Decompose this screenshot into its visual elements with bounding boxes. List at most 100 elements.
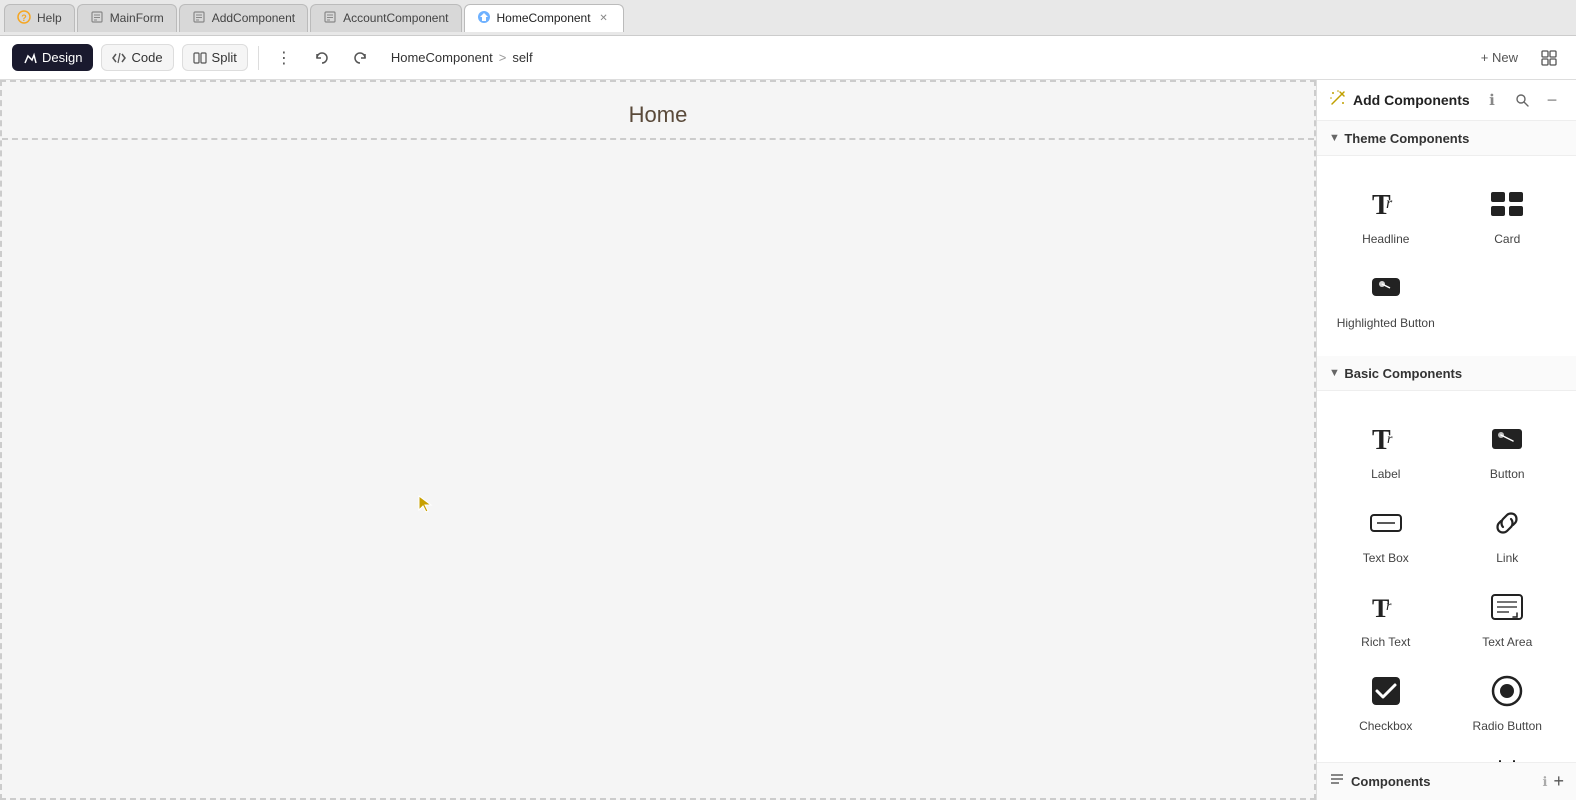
textarea-icon (1485, 585, 1529, 629)
design-icon (23, 51, 37, 65)
code-button[interactable]: Code (101, 44, 173, 71)
split-icon (193, 51, 207, 65)
component-label[interactable]: T r Label (1325, 407, 1447, 491)
close-homecomponent-tab[interactable]: ✕ (597, 11, 611, 25)
radio-icon (1485, 669, 1529, 713)
textbox-label: Text Box (1363, 551, 1409, 565)
tab-homecomponent-label: HomeComponent (497, 11, 591, 25)
svg-text:r: r (1387, 432, 1393, 447)
highlighted-button-icon (1364, 266, 1408, 310)
right-panel: Add Components ℹ − ▼ Theme Components (1316, 80, 1576, 800)
label-label: Label (1371, 467, 1400, 481)
panel-title: Add Components (1353, 92, 1474, 108)
panel-body: ▼ Theme Components T r Headline (1317, 121, 1576, 762)
panel-footer[interactable]: Components ℹ + (1317, 762, 1576, 800)
theme-chevron-icon: ▼ (1329, 132, 1340, 144)
breadcrumb-self: self (512, 50, 532, 65)
tab-accountcomponent[interactable]: AccountComponent (310, 4, 461, 32)
help-icon: ? (17, 10, 31, 27)
design-label: Design (42, 50, 82, 65)
tab-help-label: Help (37, 11, 62, 25)
basic-components-section-header[interactable]: ▼ Basic Components (1317, 356, 1576, 391)
panel-info-button[interactable]: ℹ (1480, 88, 1504, 112)
theme-section-label: Theme Components (1344, 131, 1564, 146)
add-component-footer-button[interactable]: + (1553, 771, 1564, 792)
addcomponent-icon (192, 10, 206, 27)
grid-view-button[interactable] (1534, 43, 1564, 73)
component-textarea[interactable]: Text Area (1447, 575, 1569, 659)
tab-addcomponent[interactable]: AddComponent (179, 4, 308, 32)
toolbar-right: + New (1473, 43, 1564, 73)
cursor-arrow-icon (417, 494, 433, 514)
component-radio[interactable]: Radio Button (1447, 659, 1569, 743)
canvas-title: Home (629, 102, 688, 128)
button-label: Button (1490, 467, 1525, 481)
toolbar-divider-1 (258, 46, 259, 70)
svg-text:r: r (1386, 599, 1392, 614)
breadcrumb-component[interactable]: HomeComponent (391, 50, 493, 65)
redo-button[interactable] (345, 43, 375, 73)
calendar-icon (1485, 753, 1529, 762)
mainform-icon (90, 10, 104, 27)
component-headline[interactable]: T r Headline (1325, 172, 1447, 256)
components-footer-info-icon: ℹ (1543, 774, 1548, 790)
tab-mainform-label: MainForm (110, 11, 164, 25)
component-button[interactable]: Button (1447, 407, 1569, 491)
component-card[interactable]: Card (1447, 172, 1569, 256)
redo-icon (352, 50, 368, 66)
undo-icon (314, 50, 330, 66)
new-label: + New (1481, 50, 1518, 65)
card-label: Card (1494, 232, 1520, 246)
tab-help[interactable]: ? Help (4, 4, 75, 32)
button-icon (1485, 417, 1529, 461)
table-icon (1364, 753, 1408, 762)
tab-homecomponent[interactable]: HomeComponent ✕ (464, 4, 624, 32)
canvas-divider (2, 138, 1314, 140)
component-checkbox[interactable]: Checkbox (1325, 659, 1447, 743)
component-calendar[interactable]: Calendar (1447, 743, 1569, 762)
panel-collapse-button[interactable]: − (1540, 88, 1564, 112)
components-footer-label: Components (1351, 774, 1537, 789)
tab-bar: ? Help MainForm AddComponent (0, 0, 1576, 36)
theme-components-grid: T r Headline (1317, 156, 1576, 356)
basic-section-label: Basic Components (1344, 366, 1564, 381)
toolbar: Design Code Split ⋮ HomeComponent > s (0, 36, 1576, 80)
tab-mainform[interactable]: MainForm (77, 4, 177, 32)
code-icon (112, 51, 126, 65)
new-button[interactable]: + New (1473, 46, 1526, 69)
breadcrumb-separator: > (499, 50, 507, 65)
undo-button[interactable] (307, 43, 337, 73)
tab-accountcomponent-label: AccountComponent (343, 11, 448, 25)
link-icon (1485, 501, 1529, 545)
theme-components-section-header[interactable]: ▼ Theme Components (1317, 121, 1576, 156)
textarea-label: Text Area (1482, 635, 1532, 649)
component-highlighted-button[interactable]: Highlighted Button (1325, 256, 1447, 340)
component-table[interactable]: Table (1325, 743, 1447, 762)
checkbox-icon (1364, 669, 1408, 713)
main-layout: Home Add Components ℹ (0, 80, 1576, 800)
components-footer-icon (1329, 771, 1345, 792)
canvas-area[interactable]: Home (0, 80, 1316, 800)
card-icon (1485, 182, 1529, 226)
headline-label: Headline (1362, 232, 1409, 246)
checkbox-label: Checkbox (1359, 719, 1412, 733)
split-label: Split (212, 50, 237, 65)
design-button[interactable]: Design (12, 44, 93, 71)
panel-header: Add Components ℹ − (1317, 80, 1576, 121)
svg-text:?: ? (21, 13, 27, 23)
component-richtext[interactable]: T r Rich Text (1325, 575, 1447, 659)
accountcomponent-icon (323, 10, 337, 27)
highlighted-button-label: Highlighted Button (1337, 316, 1435, 330)
component-link[interactable]: Link (1447, 491, 1569, 575)
homecomponent-icon (477, 10, 491, 27)
breadcrumb: HomeComponent > self (391, 50, 533, 65)
more-options-button[interactable]: ⋮ (269, 43, 299, 73)
panel-search-button[interactable] (1510, 88, 1534, 112)
radio-label: Radio Button (1473, 719, 1542, 733)
component-textbox[interactable]: Text Box (1325, 491, 1447, 575)
tab-addcomponent-label: AddComponent (212, 11, 295, 25)
split-button[interactable]: Split (182, 44, 248, 71)
basic-chevron-icon: ▼ (1329, 367, 1340, 379)
headline-icon: T r (1364, 182, 1408, 226)
code-label: Code (131, 50, 162, 65)
